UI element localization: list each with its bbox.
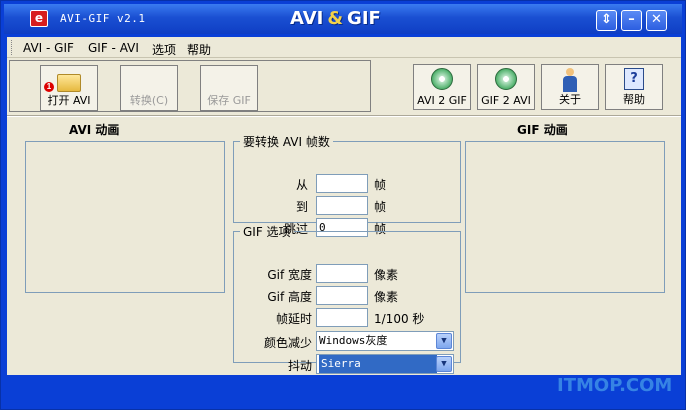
frames-group: 要转换 AVI 帧数 从 帧 到 帧 跳过 0 帧 xyxy=(233,133,461,237)
to-label: 到 xyxy=(295,200,308,214)
color-reduction-value: Windows灰度 xyxy=(319,334,388,347)
gif-width-input[interactable] xyxy=(316,264,368,283)
avi2gif-icon xyxy=(431,68,453,90)
about-button[interactable]: 关于 xyxy=(541,64,599,110)
brand-ampersand: & xyxy=(327,8,344,29)
gif-height-unit: 像素 xyxy=(374,290,399,304)
menu-help[interactable]: 帮助 xyxy=(187,41,211,58)
app-icon[interactable]: e xyxy=(30,10,48,27)
client-area: AVI - GIF GIF - AVI 选项 帮助 1 打开 AVI 转换(C)… xyxy=(7,37,681,375)
toolbar-file: 1 打开 AVI 转换(C) 保存 GIF xyxy=(9,60,371,112)
avi2gif-label: AVI 2 GIF xyxy=(417,94,467,107)
open-avi-label: 打开 AVI xyxy=(47,94,91,107)
help-icon: ? xyxy=(624,68,644,90)
frame-delay-input[interactable] xyxy=(316,308,368,327)
from-label: 从 xyxy=(295,178,308,192)
about-label: 关于 xyxy=(559,93,581,106)
window-title: AVI-GIF v2.1 xyxy=(60,12,146,25)
brand-avi: AVI xyxy=(290,8,324,29)
gif-height-input[interactable] xyxy=(316,286,368,305)
open-folder-icon: 1 xyxy=(44,69,81,92)
menu-options[interactable]: 选项 xyxy=(152,41,176,58)
dither-value: Sierra xyxy=(319,355,437,373)
toolbar-divider xyxy=(7,115,681,117)
save-gif-button[interactable]: 保存 GIF xyxy=(200,65,258,111)
app-window: e AVI-GIF v2.1 AVI & GIF ⇕ – ✕ AVI - GIF G… xyxy=(0,0,686,410)
title-bar[interactable]: e AVI-GIF v2.1 AVI & GIF ⇕ – ✕ xyxy=(4,4,682,34)
save-gif-label: 保存 GIF xyxy=(207,94,251,107)
menu-avi-gif[interactable]: AVI - GIF xyxy=(23,41,74,55)
avi-panel-title: AVI 动画 xyxy=(69,123,120,137)
gif-width-label: Gif 宽度 xyxy=(267,268,312,282)
avi2gif-button[interactable]: AVI 2 GIF xyxy=(413,64,471,110)
gif2avi-label: GIF 2 AVI xyxy=(481,94,531,107)
chevron-down-icon[interactable]: ▼ xyxy=(436,333,452,349)
dither-select[interactable]: Sierra ▼ xyxy=(316,354,454,374)
convert-button[interactable]: 转换(C) xyxy=(120,65,178,111)
gif-width-unit: 像素 xyxy=(374,268,399,282)
color-reduction-select[interactable]: Windows灰度 ▼ xyxy=(316,331,454,351)
minimize-button[interactable]: – xyxy=(621,10,642,31)
to-unit: 帧 xyxy=(374,200,387,214)
gif-preview-panel xyxy=(465,141,665,293)
chevron-down-icon[interactable]: ▼ xyxy=(436,356,452,372)
gif2avi-button[interactable]: GIF 2 AVI xyxy=(477,64,535,110)
close-button[interactable]: ✕ xyxy=(646,10,667,31)
open-avi-button[interactable]: 1 打开 AVI xyxy=(40,65,98,111)
from-frame-input[interactable] xyxy=(316,174,368,193)
gif-options-group: GIF 选项 Gif 宽度 像素 Gif 高度 像素 帧延时 1/100 秒 颜… xyxy=(233,223,461,374)
from-unit: 帧 xyxy=(374,178,387,192)
toolbar-tools: AVI 2 GIF GIF 2 AVI 关于 ? 帮助 xyxy=(409,60,677,112)
dither-label: 抖动 xyxy=(287,359,312,373)
avi-preview-panel xyxy=(25,141,225,293)
frames-legend: 要转换 AVI 帧数 xyxy=(243,135,330,149)
menu-gif-avi[interactable]: GIF - AVI xyxy=(88,41,139,55)
watermark: ITMOP.COM xyxy=(557,375,673,396)
help-button[interactable]: ? 帮助 xyxy=(605,64,663,110)
to-frame-input[interactable] xyxy=(316,196,368,215)
help-label: 帮助 xyxy=(623,93,645,106)
frame-delay-unit: 1/100 秒 xyxy=(374,312,425,326)
gif-panel-title: GIF 动画 xyxy=(517,123,568,137)
brand-title: AVI & GIF xyxy=(290,8,381,29)
menu-grip[interactable] xyxy=(11,40,14,55)
brand-gif: GIF xyxy=(347,8,381,29)
user-icon xyxy=(563,68,577,92)
gif2avi-icon xyxy=(495,68,517,90)
gif-options-legend: GIF 选项 xyxy=(243,225,291,239)
convert-label: 转换(C) xyxy=(129,94,169,107)
frame-delay-label: 帧延时 xyxy=(275,312,312,326)
restore-button[interactable]: ⇕ xyxy=(596,10,617,31)
menu-bar: AVI - GIF GIF - AVI 选项 帮助 xyxy=(7,37,681,58)
gif-height-label: Gif 高度 xyxy=(267,290,312,304)
badge-count: 1 xyxy=(44,82,54,92)
color-reduction-label: 颜色减少 xyxy=(263,336,312,350)
